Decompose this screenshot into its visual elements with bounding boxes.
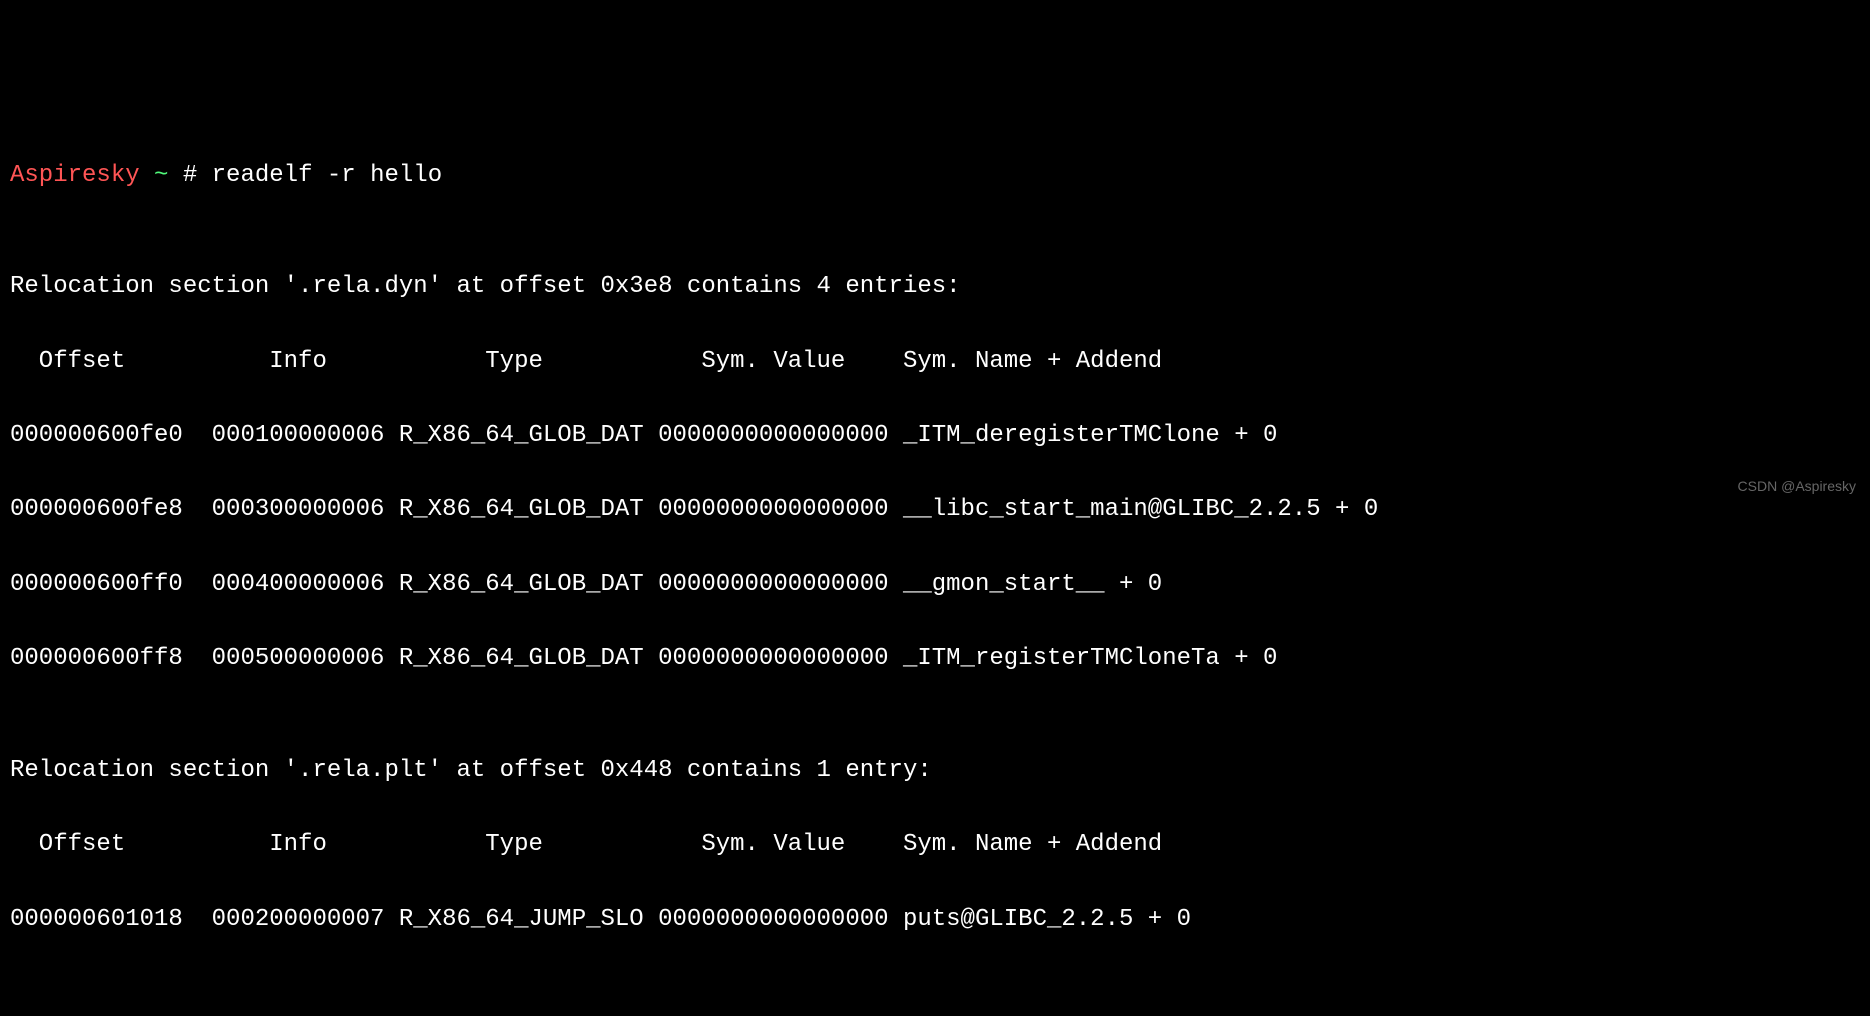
table-row: 000000600ff8 000500000006 R_X86_64_GLOB_… [10, 640, 1860, 677]
prompt-tilde: ~ [140, 162, 183, 189]
command-text: readelf -r hello [212, 162, 442, 189]
prompt-host: Aspiresky [10, 162, 140, 189]
table-row: 000000601018 000200000007 R_X86_64_JUMP_… [10, 901, 1860, 938]
section-header: Relocation section '.rela.dyn' at offset… [10, 268, 1860, 305]
columns-header: Offset Info Type Sym. Value Sym. Name + … [10, 343, 1860, 380]
prompt-hash: # [183, 162, 212, 189]
table-row: 000000600ff0 000400000006 R_X86_64_GLOB_… [10, 566, 1860, 603]
section-header: Relocation section '.rela.plt' at offset… [10, 752, 1860, 789]
watermark: CSDN @Aspiresky [1738, 476, 1856, 498]
table-row: 000000600fe0 000100000006 R_X86_64_GLOB_… [10, 417, 1860, 454]
table-row: 000000600fe8 000300000006 R_X86_64_GLOB_… [10, 491, 1860, 528]
columns-header: Offset Info Type Sym. Value Sym. Name + … [10, 826, 1860, 863]
prompt-line[interactable]: Aspiresky ~ # readelf -r hello [10, 157, 1860, 194]
